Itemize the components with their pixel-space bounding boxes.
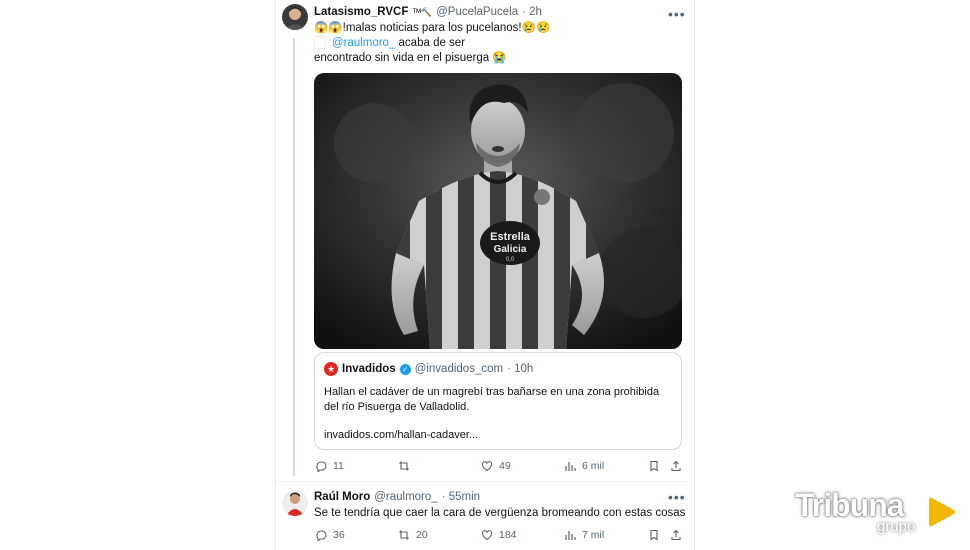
quote-text: Hallan el cadáver de un magrebí tras bañ… <box>324 386 660 413</box>
divider <box>276 481 694 482</box>
reply-count: 11 <box>333 460 344 472</box>
more-dots-icon[interactable]: ••• <box>668 6 686 22</box>
retweet-icon <box>399 530 409 540</box>
emoji-prefix: 🏻 : <box>314 37 332 49</box>
logo-sub: grupo <box>877 518 916 535</box>
heart-icon <box>481 461 493 472</box>
share-button[interactable] <box>670 529 682 541</box>
quote-author-name[interactable]: Invadidos <box>342 363 396 375</box>
tweet-text-line: 😱😱!malas noticias para los pucelanos!😢😢 <box>314 22 551 34</box>
like-count: 184 <box>499 529 517 541</box>
avatar[interactable] <box>282 4 308 30</box>
author-handle[interactable]: @PucelaPucela <box>436 6 518 18</box>
tweet-text: Se te tendría que caer la cara de vergüe… <box>314 507 686 519</box>
quote-avatar[interactable]: ★ <box>324 362 338 376</box>
like-button[interactable]: 49 <box>481 460 511 472</box>
tweet-time[interactable]: · 2h <box>522 6 542 18</box>
logo-text: Tribuna grupo <box>795 487 925 537</box>
author-name[interactable]: Raúl Moro <box>314 491 370 503</box>
author-name[interactable]: Latasismo_RVCF <box>314 6 408 18</box>
retweet-count: 20 <box>416 529 428 541</box>
bookmark-button[interactable] <box>648 529 660 541</box>
bookmark-icon <box>650 460 658 472</box>
heart-icon <box>481 530 493 541</box>
reply-count: 36 <box>333 529 345 541</box>
sponsor-text: Estrella <box>490 231 531 243</box>
tweet-time[interactable]: · 55min <box>442 491 480 503</box>
retweet-icon <box>399 461 409 471</box>
views-count: 7 mil <box>582 529 605 541</box>
tweet-image[interactable]: Estrella Galicia 0,0 <box>314 73 682 349</box>
reply-icon <box>316 461 327 472</box>
play-triangle-icon <box>929 497 956 527</box>
avatar[interactable] <box>282 490 308 516</box>
tweet-text-line: 🏻 :@raulmoro_ acaba de ser <box>314 36 550 51</box>
tweet-text: 😱😱!malas noticias para los pucelanos!😢😢 … <box>314 21 550 66</box>
verified-badge-icon: ✓ <box>399 363 411 375</box>
bookmark-icon <box>650 529 658 541</box>
retweet-button[interactable]: 20 <box>398 529 428 541</box>
tribuna-watermark-logo: Tribuna grupo <box>795 487 957 537</box>
more-dots-icon[interactable]: ••• <box>668 489 686 505</box>
bookmark-button[interactable] <box>648 460 660 472</box>
quote-link[interactable]: invadidos.com/hallan-cadaver... <box>324 428 478 443</box>
mention-link[interactable]: @raulmoro_ <box>332 37 395 49</box>
retweet-button[interactable] <box>398 460 416 472</box>
views-chart-icon <box>565 462 576 471</box>
quote-author-handle[interactable]: @invadidos_com <box>415 363 503 375</box>
views-count: 6 mil <box>582 460 605 472</box>
like-button[interactable]: 184 <box>481 529 517 541</box>
reply-button[interactable]: 11 <box>315 460 344 472</box>
author-handle[interactable]: @raulmoro_ <box>374 491 437 503</box>
reply-icon <box>316 530 327 541</box>
tweet-text-line: encontrado sin vida en el pisuerga 😭 <box>314 52 507 64</box>
quoted-tweet[interactable]: ★ Invadidos ✓ @invadidos_com · 10h Halla… <box>314 352 682 450</box>
quote-time: · 10h <box>507 363 534 375</box>
like-count: 49 <box>499 460 511 472</box>
thread-line <box>293 38 295 476</box>
sponsor-text: 0,0 <box>506 257 515 263</box>
views-button[interactable]: 6 mil <box>564 460 604 472</box>
reply-button[interactable]: 36 <box>315 529 345 541</box>
quote-header: ★ Invadidos ✓ @invadidos_com · 10h <box>324 362 533 376</box>
views-button[interactable]: 7 mil <box>564 529 604 541</box>
tweet-text-fragment: acaba de ser <box>395 37 466 49</box>
author-name-suffix: ᵀᴹ🔨 <box>412 6 433 17</box>
tweet-header: Latasismo_RVCF ᵀᴹ🔨 @PucelaPucela · 2h <box>314 6 542 18</box>
share-icon <box>671 460 681 472</box>
views-chart-icon <box>565 531 576 540</box>
share-icon <box>671 529 681 541</box>
tweet-header: Raúl Moro @raulmoro_ · 55min <box>314 491 480 503</box>
sponsor-text: Galicia <box>494 244 527 255</box>
share-button[interactable] <box>670 460 682 472</box>
